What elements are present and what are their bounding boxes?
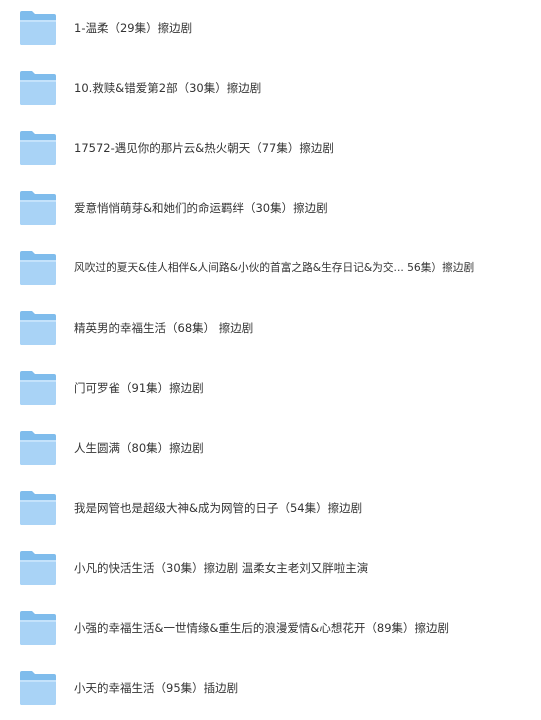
folder-name: 17572-遇见你的那片云&热火朝天（77集）擦边剧 <box>74 141 334 155</box>
folder-icon <box>20 131 56 165</box>
folder-icon <box>20 71 56 105</box>
folder-item[interactable]: 门可罗雀（91集）擦边剧 <box>0 360 541 420</box>
folder-item[interactable]: 风吹过的夏天&佳人相伴&人间路&小伙的首富之路&生存日记&为交... 56集）擦… <box>0 240 541 300</box>
folder-icon <box>20 551 56 585</box>
folder-name: 小强的幸福生活&一世情缘&重生后的浪漫爱情&心想花开（89集）擦边剧 <box>74 621 450 635</box>
folder-name: 小天的幸福生活（95集）插边剧 <box>74 681 239 695</box>
folder-name: 10.救赎&错爱第2部（30集）擦边剧 <box>74 81 262 95</box>
folder-icon <box>20 431 56 465</box>
folder-item[interactable]: 我是网管也是超级大神&成为网管的日子（54集）擦边剧 <box>0 480 541 540</box>
folder-item[interactable]: 17572-遇见你的那片云&热火朝天（77集）擦边剧 <box>0 120 541 180</box>
folder-name: 风吹过的夏天&佳人相伴&人间路&小伙的首富之路&生存日记&为交... 56集）擦… <box>74 261 475 274</box>
folder-icon <box>20 11 56 45</box>
folder-name: 人生圆满（80集）擦边剧 <box>74 441 204 455</box>
folder-item[interactable]: 1-温柔（29集）擦边剧 <box>0 0 541 60</box>
folder-item[interactable]: 10.救赎&错爱第2部（30集）擦边剧 <box>0 60 541 120</box>
folder-icon <box>20 491 56 525</box>
folder-item[interactable]: 小天的幸福生活（95集）插边剧 <box>0 660 541 720</box>
folder-icon <box>20 311 56 345</box>
folder-item[interactable]: 小强的幸福生活&一世情缘&重生后的浪漫爱情&心想花开（89集）擦边剧 <box>0 600 541 660</box>
folder-item[interactable]: 精英男的幸福生活（68集） 擦边剧 <box>0 300 541 360</box>
folder-name: 1-温柔（29集）擦边剧 <box>74 21 193 35</box>
folder-name: 小凡的快活生活（30集）擦边剧 温柔女主老刘又胖啦主演 <box>74 561 369 575</box>
folder-name: 精英男的幸福生活（68集） 擦边剧 <box>74 321 254 335</box>
folder-name: 我是网管也是超级大神&成为网管的日子（54集）擦边剧 <box>74 501 363 515</box>
folder-name: 爱意悄悄萌芽&和她们的命运羁绊（30集）擦边剧 <box>74 201 328 215</box>
folder-icon <box>20 371 56 405</box>
folder-icon <box>20 671 56 705</box>
folder-item[interactable]: 小凡的快活生活（30集）擦边剧 温柔女主老刘又胖啦主演 <box>0 540 541 600</box>
folder-item[interactable]: 爱意悄悄萌芽&和她们的命运羁绊（30集）擦边剧 <box>0 180 541 240</box>
folder-list: 1-温柔（29集）擦边剧 10.救赎&错爱第2部（30集）擦边剧 17572-遇… <box>0 0 541 714</box>
folder-icon <box>20 191 56 225</box>
folder-icon <box>20 251 56 285</box>
folder-name: 门可罗雀（91集）擦边剧 <box>74 381 204 395</box>
folder-item[interactable]: 人生圆满（80集）擦边剧 <box>0 420 541 480</box>
folder-icon <box>20 611 56 645</box>
